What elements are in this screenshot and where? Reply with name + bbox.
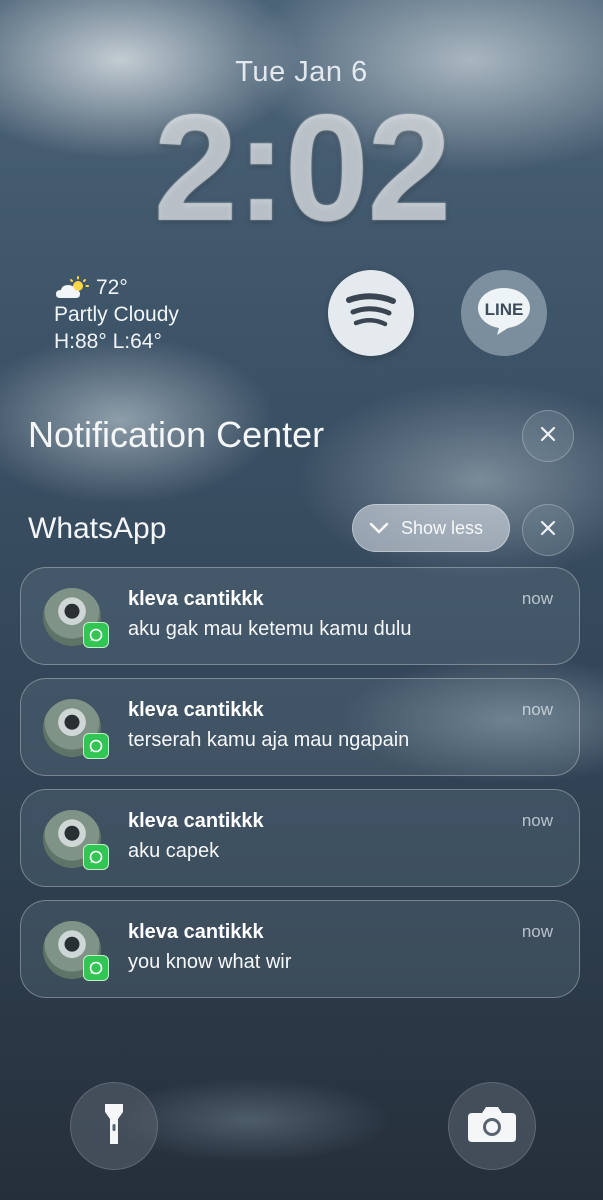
notification-card[interactable]: kleva cantikkk you know what wir now xyxy=(20,900,580,998)
notification-center-title: Notification Center xyxy=(28,414,325,455)
whatsapp-icon xyxy=(83,844,109,870)
flashlight-icon xyxy=(103,1102,125,1151)
notification-sender: kleva cantikkk xyxy=(128,699,264,721)
whatsapp-icon xyxy=(83,622,109,648)
group-app-title: WhatsApp xyxy=(28,512,167,545)
whatsapp-icon xyxy=(83,733,109,759)
weather-high-low: H:88° L:64° xyxy=(54,330,162,353)
notification-sender: kleva cantikkk xyxy=(128,588,264,610)
chevron-down-icon xyxy=(369,518,389,539)
clear-group-button[interactable] xyxy=(522,504,574,556)
notification-message: aku gak mau ketemu kamu dulu xyxy=(128,618,412,640)
notification-sender: kleva cantikkk xyxy=(128,921,264,943)
notification-time: now xyxy=(521,589,553,608)
close-icon xyxy=(539,519,557,542)
camera-icon xyxy=(467,1105,517,1148)
spotify-widget[interactable] xyxy=(328,270,414,356)
notification-card[interactable]: kleva cantikkk aku gak mau ketemu kamu d… xyxy=(20,567,580,665)
weather-widget[interactable]: 72° Partly Cloudy H:88° L:64° xyxy=(54,274,179,355)
close-icon xyxy=(539,425,557,448)
notification-message: aku capek xyxy=(128,840,220,862)
camera-button[interactable] xyxy=(448,1082,536,1170)
line-icon: LINE xyxy=(475,285,533,342)
notification-card[interactable]: kleva cantikkk terserah kamu aja mau nga… xyxy=(20,678,580,776)
whatsapp-icon xyxy=(83,955,109,981)
line-widget[interactable]: LINE xyxy=(461,270,547,356)
show-less-button[interactable]: Show less xyxy=(352,504,510,552)
notification-card[interactable]: kleva cantikkk aku capek now xyxy=(20,789,580,887)
weather-condition: Partly Cloudy xyxy=(54,303,179,326)
notification-message: you know what wir xyxy=(128,951,292,973)
weather-temp: 72° xyxy=(96,276,128,299)
notification-message: terserah kamu aja mau ngapain xyxy=(128,729,410,751)
partly-cloudy-icon xyxy=(54,275,92,300)
notification-sender: kleva cantikkk xyxy=(128,810,264,832)
flashlight-button[interactable] xyxy=(70,1082,158,1170)
notification-time: now xyxy=(521,700,553,719)
show-less-label: Show less xyxy=(401,517,484,538)
clear-all-button[interactable] xyxy=(522,410,574,462)
line-icon-label: LINE xyxy=(485,300,524,319)
notification-time: now xyxy=(521,922,553,941)
spotify-icon xyxy=(345,291,397,336)
notification-time: now xyxy=(521,811,553,830)
lock-time: 2:02 xyxy=(153,83,451,253)
